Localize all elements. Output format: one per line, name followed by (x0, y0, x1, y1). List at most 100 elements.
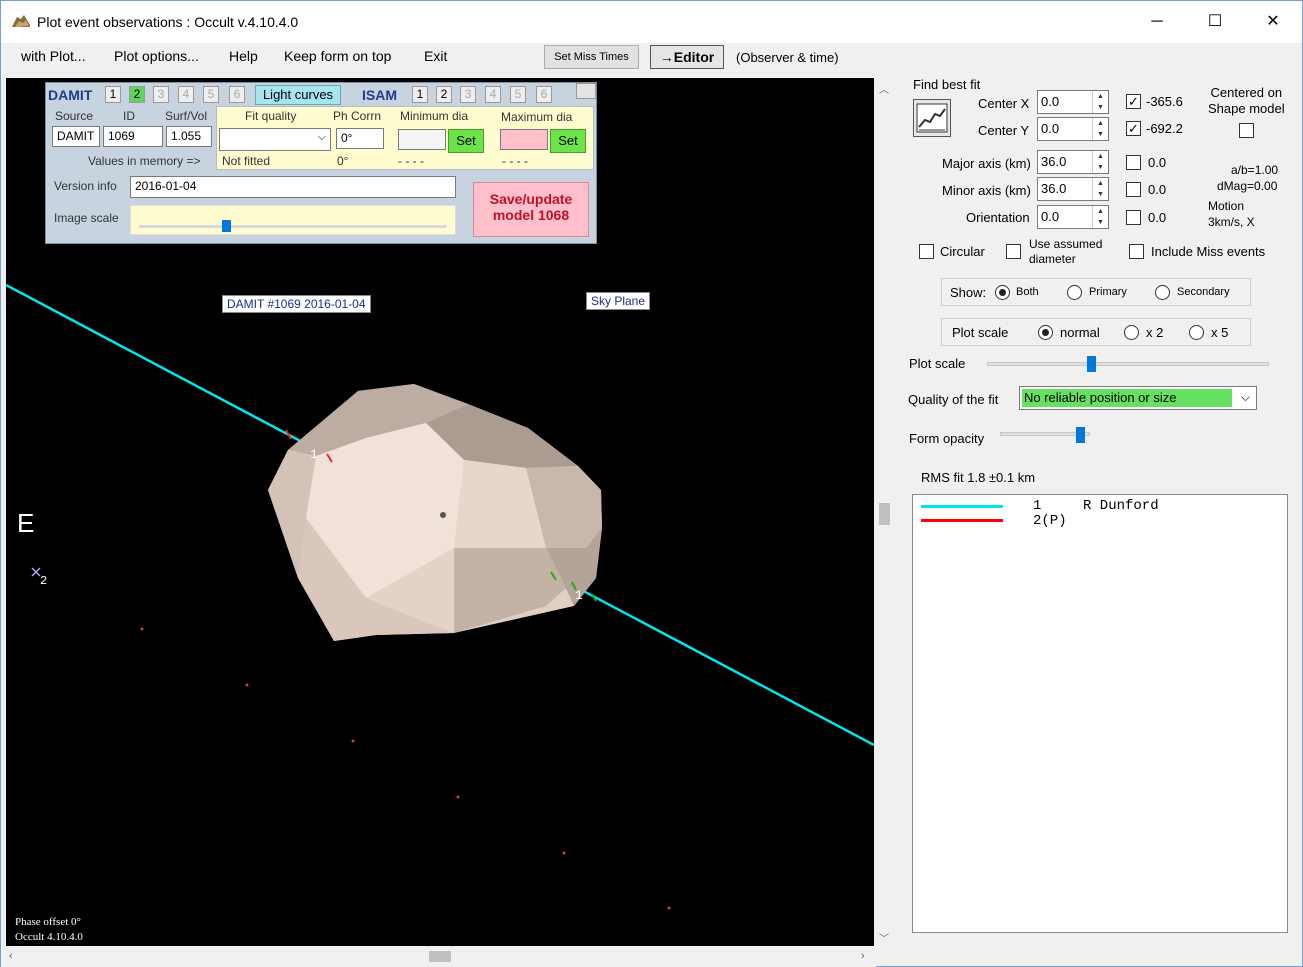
set-max-dia-button[interactable]: Set (550, 129, 586, 153)
damit-model-2[interactable]: 2 (129, 86, 145, 103)
set-miss-times-button[interactable]: Set Miss Times (544, 45, 639, 69)
min-dia-field[interactable] (398, 129, 446, 150)
chord1-label-a: 1 (310, 447, 318, 462)
find-best-fit-button[interactable] (913, 99, 951, 137)
scroll-up-icon[interactable]: ︿ (879, 81, 889, 96)
image-scale-track (139, 225, 447, 228)
source-field: DAMIT (52, 126, 100, 147)
plot-vertical-scrollbar[interactable]: ︿ ﹀ (876, 75, 893, 947)
orientation-value: 0.0 (1041, 209, 1060, 224)
show-group: Show: Both Primary Secondary (941, 278, 1251, 306)
set-min-dia-button[interactable]: Set (448, 129, 484, 153)
light-curves-button[interactable]: Light curves (255, 85, 341, 105)
plot-horizontal-scrollbar[interactable]: ‹ › (1, 947, 876, 967)
plot-scale-group: Plot scale normal x 2 x 5 (941, 318, 1251, 346)
major-axis-checkbox[interactable] (1126, 155, 1141, 170)
orientation-input[interactable]: 0.0 ▲ ▼ (1037, 205, 1109, 229)
menu-bar: with Plot... Plot options... Help Keep f… (1, 43, 1302, 73)
show-secondary-radio[interactable] (1155, 285, 1170, 300)
menu-keep-on-top[interactable]: Keep form on top (284, 48, 391, 64)
spin-arrows-icon[interactable]: ▲ ▼ (1092, 151, 1108, 173)
rms-fit-label: RMS fit 1.8 ±0.1 km (921, 470, 1036, 485)
maximize-button[interactable]: ☐ (1186, 1, 1244, 43)
close-button[interactable]: ✕ (1244, 1, 1302, 43)
menu-help[interactable]: Help (229, 48, 258, 64)
isam-model-2[interactable]: 2 (436, 86, 452, 103)
circular-checkbox[interactable] (919, 244, 934, 259)
scroll-left-icon[interactable]: ‹ (9, 950, 13, 962)
image-scale-slider[interactable] (130, 205, 456, 235)
scroll-right-icon[interactable]: › (861, 950, 865, 962)
surfvol-field: 1.055 (166, 126, 212, 147)
ph-corrn-field[interactable]: 0° (336, 128, 384, 149)
damit-model-6[interactable]: 6 (229, 86, 245, 103)
fit-quality-select[interactable]: ⌵ (219, 128, 331, 151)
image-scale-thumb[interactable] (222, 220, 231, 232)
spin-arrows-icon[interactable]: ▲ ▼ (1092, 206, 1108, 228)
plot-scale-thumb[interactable] (1087, 356, 1096, 372)
center-x-input[interactable]: 0.0 ▲ ▼ (1037, 90, 1109, 114)
scale-normal-radio[interactable] (1038, 325, 1053, 340)
damit-model-1[interactable]: 1 (105, 86, 121, 103)
damit-model-3[interactable]: 3 (153, 86, 169, 103)
find-best-fit-label: Find best fit (913, 77, 981, 92)
use-assumed-checkbox[interactable] (1006, 244, 1021, 259)
h-scroll-thumb[interactable] (429, 951, 451, 962)
include-miss-checkbox[interactable] (1129, 244, 1144, 259)
form-opacity-thumb[interactable] (1076, 427, 1085, 443)
fit-chart-icon (916, 103, 948, 133)
quality-select[interactable]: No reliable position or size ⌵ (1019, 386, 1257, 410)
scale-x2-radio[interactable] (1124, 325, 1139, 340)
save-update-model-button[interactable]: Save/update model 1068 (473, 182, 589, 237)
centered-on-checkbox[interactable] (1239, 123, 1254, 138)
minor-axis-checkbox[interactable] (1126, 182, 1141, 197)
isam-model-3[interactable]: 3 (460, 86, 476, 103)
isam-model-4[interactable]: 4 (485, 86, 501, 103)
panel-close-button[interactable] (576, 83, 596, 99)
scale-normal-label: normal (1060, 325, 1100, 340)
orientation-label: Orientation (966, 210, 1030, 225)
damit-model-4[interactable]: 4 (178, 86, 194, 103)
spin-arrows-icon[interactable]: ▲ ▼ (1092, 118, 1108, 140)
menu-with-plot[interactable]: with Plot... (21, 48, 86, 64)
center-x-checkbox[interactable]: ✓ (1126, 94, 1141, 109)
min-dia-label: Minimum dia (400, 109, 469, 123)
menu-exit[interactable]: Exit (424, 48, 447, 64)
spin-arrows-icon[interactable]: ▲ ▼ (1092, 178, 1108, 200)
show-primary-radio[interactable] (1067, 285, 1082, 300)
plot-scale-track[interactable] (987, 362, 1269, 366)
max-dia-field[interactable] (500, 129, 548, 150)
title-bar: Plot event observations : Occult v.4.10.… (1, 1, 1302, 43)
center-y-checkbox[interactable]: ✓ (1126, 121, 1141, 136)
isam-model-1[interactable]: 1 (412, 86, 428, 103)
editor-button[interactable]: →Editor (650, 45, 724, 69)
scroll-down-icon[interactable]: ﹀ (879, 930, 889, 945)
shape-model-panel: DAMIT 1 2 3 4 5 6 Light curves ISAM 1 2 … (45, 82, 597, 244)
isam-model-5[interactable]: 5 (510, 86, 526, 103)
minimize-button[interactable]: ─ (1128, 1, 1186, 43)
scroll-thumb[interactable] (879, 503, 890, 525)
fit-controls-panel: Find best fit Center X 0.0 ▲ ▼ ✓ -365.6 C… (901, 75, 1301, 945)
spin-arrows-icon[interactable]: ▲ ▼ (1092, 91, 1108, 113)
minor-axis-input[interactable]: 36.0 ▲ ▼ (1037, 177, 1109, 201)
damit-model-5[interactable]: 5 (203, 86, 219, 103)
observer-time-label[interactable]: (Observer & time) (736, 50, 839, 65)
ab-ratio-label: a/b=1.00 (1231, 163, 1279, 177)
orientation-checkbox[interactable] (1126, 210, 1141, 225)
show-both-radio[interactable] (995, 285, 1010, 300)
major-axis-label: Major axis (km) (942, 156, 1031, 171)
star2-label: 2 (40, 574, 48, 588)
center-y-input[interactable]: 0.0 ▲ ▼ (1037, 117, 1109, 141)
legend-line-1 (921, 505, 1003, 508)
east-label: E (17, 508, 35, 538)
plot-scale-label: Plot scale (952, 325, 1009, 340)
legend-name-1: R Dunford (1083, 498, 1159, 514)
center-x-value: 0.0 (1041, 94, 1060, 109)
scale-x5-radio[interactable] (1189, 325, 1204, 340)
major-axis-input[interactable]: 36.0 ▲ ▼ (1037, 150, 1109, 174)
version-info-label: Version info (54, 179, 117, 193)
menu-plot-options[interactable]: Plot options... (114, 48, 199, 64)
version-info-field[interactable]: 2016-01-04 (130, 176, 456, 198)
isam-model-6[interactable]: 6 (536, 86, 552, 103)
chevron-down-icon: ⌵ (317, 131, 326, 143)
